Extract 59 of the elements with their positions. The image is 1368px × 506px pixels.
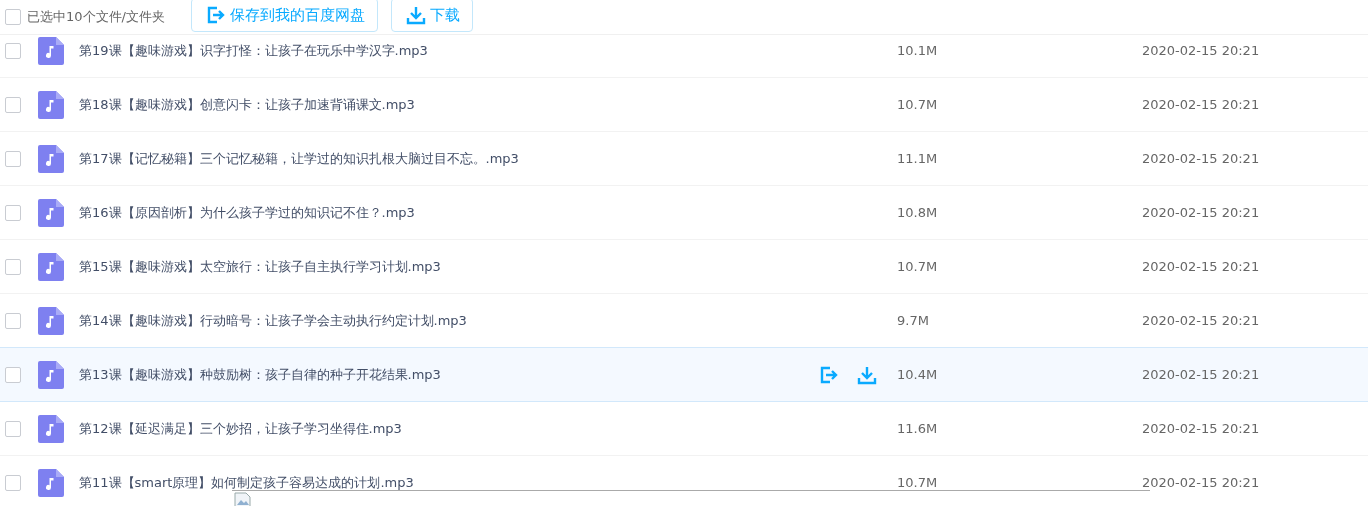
selection-count: 已选中10个文件/文件夹: [27, 8, 166, 26]
download-icon: [406, 5, 426, 25]
music-file-icon: [38, 468, 64, 497]
modified-date: 2020-02-15 20:21: [1142, 367, 1260, 382]
checkbox[interactable]: [5, 312, 21, 329]
checkbox[interactable]: [5, 258, 21, 275]
file-name[interactable]: 第14课【趣味游戏】行动暗号：让孩子学会主动执行约定计划.mp3: [79, 311, 819, 330]
file-name[interactable]: 第19课【趣味游戏】识字打怪：让孩子在玩乐中学汉字.mp3: [79, 41, 819, 60]
file-size: 10.7M: [897, 259, 939, 274]
checkbox[interactable]: [5, 204, 21, 221]
music-file-icon: [38, 36, 64, 65]
broken-image-icon: [234, 492, 252, 506]
file-name[interactable]: 第11课【smart原理】如何制定孩子容易达成的计划.mp3: [79, 473, 819, 492]
modified-date: 2020-02-15 20:21: [1142, 259, 1260, 274]
checkbox[interactable]: [5, 474, 21, 491]
checkbox[interactable]: [5, 9, 21, 25]
checkbox[interactable]: [5, 96, 21, 113]
file-row[interactable]: 第18课【趣味游戏】创意闪卡：让孩子加速背诵课文.mp3 10.7M 2020-02-15 20:21: [0, 78, 1368, 132]
modified-date: 2020-02-15 20:21: [1142, 421, 1260, 436]
file-size: 9.7M: [897, 313, 930, 328]
file-row[interactable]: 第19课【趣味游戏】识字打怪：让孩子在玩乐中学汉字.mp3 10.1M 2020-02-15 20:21: [0, 35, 1368, 78]
file-size: 10.8M: [897, 205, 939, 220]
file-size: 10.7M: [897, 475, 939, 490]
file-size: 11.1M: [897, 151, 939, 166]
file-row[interactable]: 第13课【趣味游戏】种鼓励树：孩子自律的种子开花结果.mp3 10.4M 2020-02-15 20:21: [0, 347, 1368, 402]
save-button[interactable]: [819, 364, 839, 385]
modified-date: 2020-02-15 20:21: [1142, 205, 1260, 220]
modified-date: 2020-02-15 20:21: [1142, 97, 1260, 112]
file-size: 11.6M: [897, 421, 939, 436]
file-row[interactable]: 第17课【记忆秘籍】三个记忆秘籍，让学过的知识扎根大脑过目不忘。.mp3 11.1M 2020-02-15 20:21: [0, 132, 1368, 186]
checkbox[interactable]: [5, 150, 21, 167]
download-button[interactable]: [857, 364, 877, 385]
music-file-icon: [38, 414, 64, 443]
music-file-icon: [38, 360, 64, 389]
music-file-icon: [38, 90, 64, 119]
file-row[interactable]: 第12课【延迟满足】三个妙招，让孩子学习坐得住.mp3 11.6M 2020-02-15 20:21: [0, 402, 1368, 456]
music-file-icon: [38, 198, 64, 227]
file-name[interactable]: 第15课【趣味游戏】太空旅行：让孩子自主执行学习计划.mp3: [79, 257, 819, 276]
save-icon: [206, 5, 226, 25]
modified-date: 2020-02-15 20:21: [1142, 151, 1260, 166]
modified-date: 2020-02-15 20:21: [1142, 43, 1260, 58]
checkbox[interactable]: [5, 366, 21, 383]
music-file-icon: [38, 252, 64, 281]
file-size: 10.4M: [897, 367, 939, 382]
file-name[interactable]: 第18课【趣味游戏】创意闪卡：让孩子加速背诵课文.mp3: [79, 95, 819, 114]
checkbox[interactable]: [5, 42, 21, 59]
file-size: 10.1M: [897, 43, 939, 58]
file-name[interactable]: 第17课【记忆秘籍】三个记忆秘籍，让学过的知识扎根大脑过目不忘。.mp3: [79, 149, 819, 168]
file-name[interactable]: 第16课【原因剖析】为什么孩子学过的知识记不住？.mp3: [79, 203, 819, 222]
checkbox[interactable]: [5, 420, 21, 437]
file-size: 10.7M: [897, 97, 939, 112]
music-file-icon: [38, 144, 64, 173]
file-row[interactable]: 第16课【原因剖析】为什么孩子学过的知识记不住？.mp3 10.8M 2020-02-15 20:21: [0, 186, 1368, 240]
modified-date: 2020-02-15 20:21: [1142, 313, 1260, 328]
modified-date: 2020-02-15 20:21: [1142, 475, 1260, 490]
file-name[interactable]: 第12课【延迟满足】三个妙招，让孩子学习坐得住.mp3: [79, 419, 819, 438]
music-file-icon: [38, 306, 64, 335]
file-row[interactable]: 第15课【趣味游戏】太空旅行：让孩子自主执行学习计划.mp3 10.7M 2020-02-15 20:21: [0, 240, 1368, 294]
file-name[interactable]: 第13课【趣味游戏】种鼓励树：孩子自律的种子开花结果.mp3: [79, 365, 819, 384]
